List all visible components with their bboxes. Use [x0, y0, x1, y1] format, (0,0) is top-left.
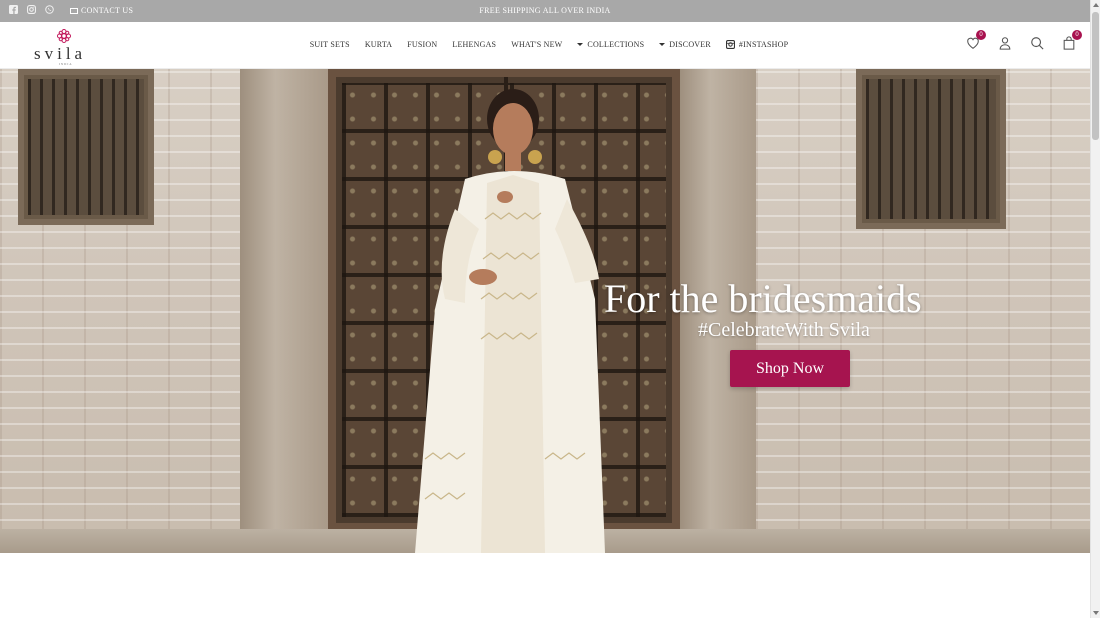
cart-button[interactable]: 0 — [1062, 30, 1082, 50]
right-window-image — [856, 69, 1006, 229]
nav-item-lehengas[interactable]: LEHENGAS — [452, 40, 496, 49]
nav-item-label: DISCOVER — [669, 40, 711, 49]
nav-item-label: FUSION — [407, 40, 438, 49]
site-header: svila INDIA SUIT SETS KURTA FUSION LEHEN… — [0, 22, 1090, 69]
instagram-icon — [725, 40, 735, 49]
page-scrollbar[interactable] — [1090, 0, 1100, 618]
caret-down-icon — [577, 43, 584, 46]
nav-item-label: #INSTASHOP — [738, 40, 789, 49]
top-bar: CONTACT US FREE SHIPPING ALL OVER INDIA — [0, 0, 1090, 22]
user-icon — [999, 37, 1011, 50]
account-button[interactable] — [998, 36, 1012, 50]
model-image — [415, 89, 605, 553]
logo-subtext: INDIA — [59, 62, 73, 66]
search-button[interactable] — [1030, 36, 1044, 50]
cart-count-badge: 0 — [1072, 30, 1082, 40]
main-nav: SUIT SETS KURTA FUSION LEHENGAS WHAT'S N… — [0, 40, 1090, 49]
nav-item-collections[interactable]: COLLECTIONS — [577, 40, 644, 49]
caret-down-icon — [659, 43, 666, 46]
wishlist-count-badge: 0 — [976, 30, 986, 40]
nav-item-label: LEHENGAS — [452, 40, 497, 49]
hero-banner: For the bridesmaids #CelebrateWith Svila… — [0, 69, 1090, 553]
nav-item-instashop[interactable]: #INSTASHOP — [725, 40, 789, 49]
page: CONTACT US FREE SHIPPING ALL OVER INDIA — [0, 0, 1100, 618]
scroll-up-icon[interactable] — [1093, 3, 1099, 7]
left-pillar-image — [240, 69, 328, 531]
nav-item-label: KURTA — [364, 40, 393, 49]
hero-headline: For the bridesmaids — [604, 276, 922, 321]
nav-item-fusion[interactable]: FUSION — [407, 40, 437, 49]
promo-banner: FREE SHIPPING ALL OVER INDIA — [479, 6, 611, 15]
header-actions: 0 0 — [966, 30, 1082, 50]
search-icon — [1031, 37, 1044, 50]
nav-item-whats-new[interactable]: WHAT'S NEW — [511, 40, 562, 49]
nav-item-label: WHAT'S NEW — [511, 40, 563, 49]
left-window-image — [18, 69, 154, 225]
hero-tagline: #CelebrateWith Svila — [698, 319, 870, 341]
scroll-down-icon[interactable] — [1093, 611, 1099, 615]
content-area — [0, 553, 1090, 618]
nav-item-kurta[interactable]: KURTA — [365, 40, 392, 49]
nav-item-label: SUIT SETS — [309, 40, 350, 49]
nav-item-label: COLLECTIONS — [587, 40, 645, 49]
nav-item-discover[interactable]: DISCOVER — [659, 40, 711, 49]
shop-now-button[interactable]: Shop Now — [730, 350, 850, 387]
scrollbar-thumb[interactable] — [1092, 12, 1099, 140]
nav-item-suit-sets[interactable]: SUIT SETS — [310, 40, 350, 49]
wishlist-button[interactable]: 0 — [966, 30, 986, 50]
